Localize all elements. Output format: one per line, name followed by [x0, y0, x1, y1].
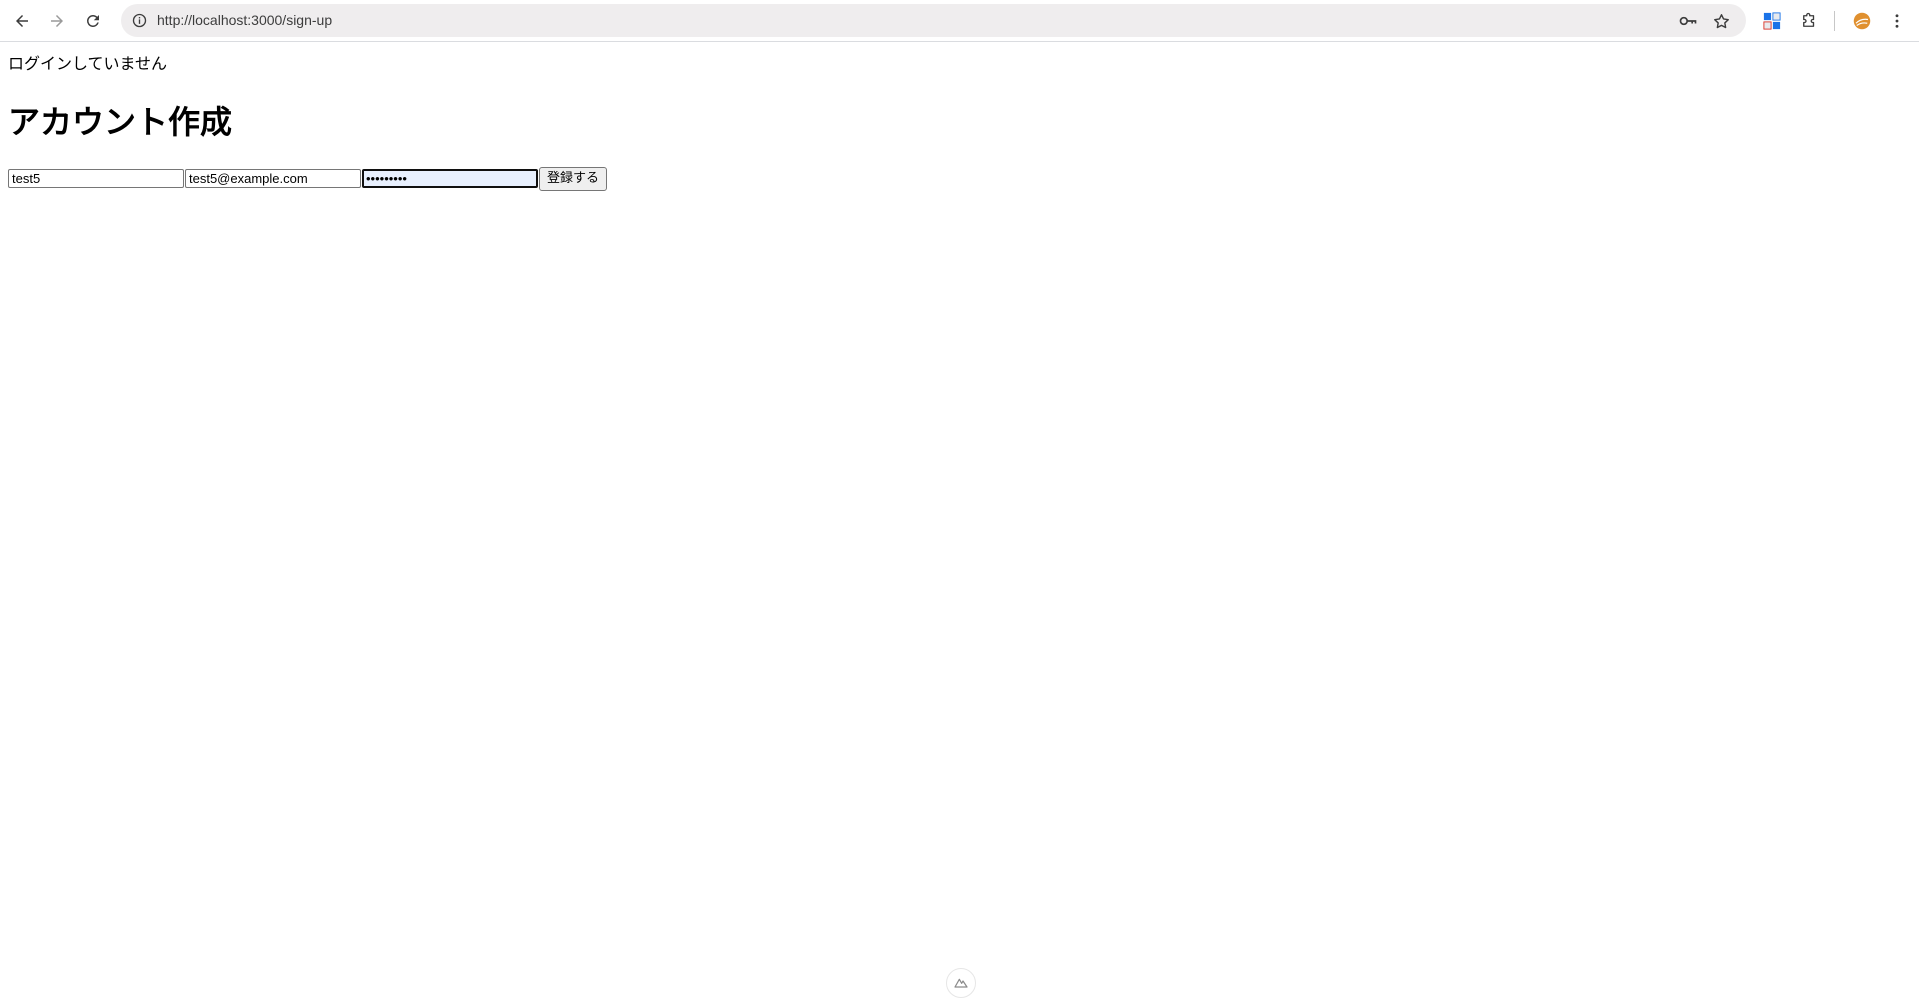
url-text[interactable]: http://localhost:3000/sign-up	[157, 12, 332, 28]
back-button[interactable]	[6, 5, 38, 37]
site-info-icon[interactable]	[129, 10, 149, 30]
email-input[interactable]: test5@example.com	[185, 169, 361, 188]
nuxt-devtools-button[interactable]	[946, 968, 976, 998]
browser-toolbar: http://localhost:3000/sign-up	[0, 0, 1919, 42]
forward-arrow-icon	[51, 15, 63, 27]
password-key-icon[interactable]	[1676, 9, 1700, 33]
reload-icon	[86, 14, 99, 27]
extensions-puzzle-icon[interactable]	[1793, 5, 1825, 37]
password-input[interactable]: •••••••••	[362, 169, 538, 188]
address-bar[interactable]: http://localhost:3000/sign-up	[121, 4, 1746, 37]
forward-button[interactable]	[41, 5, 73, 37]
login-status-text: ログインしていません	[8, 54, 168, 73]
translate-extension-icon[interactable]	[1756, 5, 1788, 37]
nuxt-logo-icon	[954, 978, 968, 988]
profile-avatar[interactable]	[1846, 5, 1878, 37]
register-button[interactable]: 登録する	[539, 167, 608, 191]
page-title: アカウント作成	[8, 103, 233, 141]
toolbar-divider	[1834, 11, 1835, 31]
more-menu-icon[interactable]	[1881, 5, 1913, 37]
reload-button[interactable]	[77, 5, 109, 37]
back-arrow-icon	[16, 15, 28, 27]
bookmark-star-icon[interactable]	[1709, 9, 1733, 33]
username-input[interactable]: test5	[8, 169, 184, 188]
